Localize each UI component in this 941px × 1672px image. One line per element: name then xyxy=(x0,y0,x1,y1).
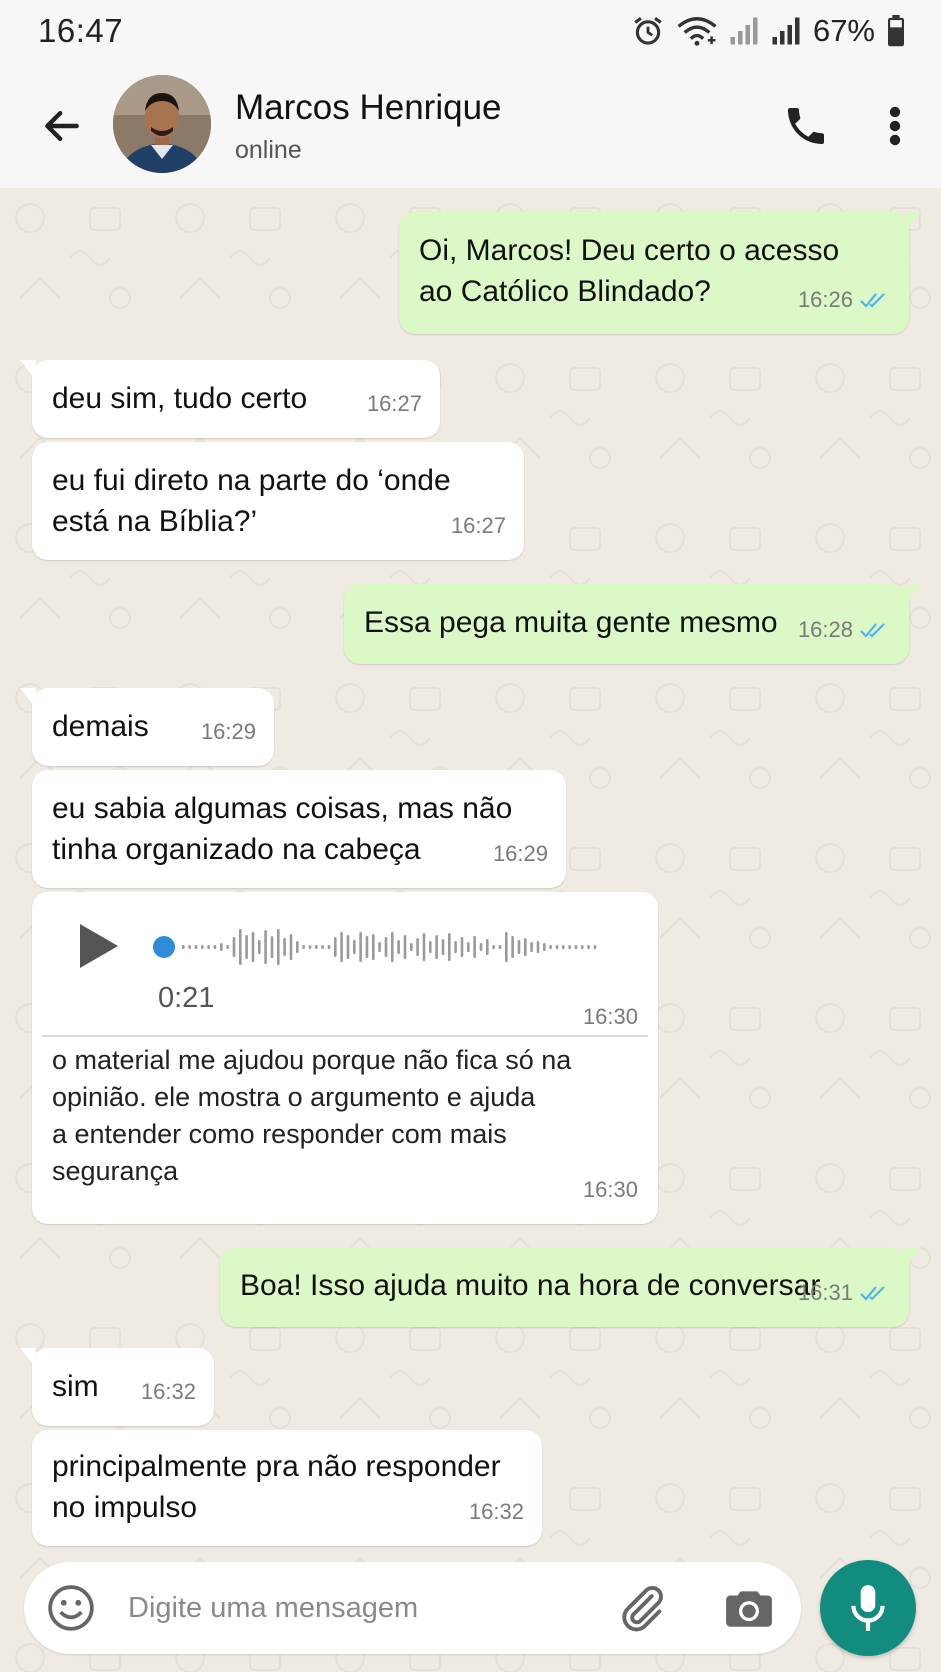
voice-message[interactable]: 0:21 16:30 o material me ajudou porque n… xyxy=(32,892,658,1224)
attach-icon[interactable] xyxy=(616,1582,668,1634)
message-time: 16:27 xyxy=(366,391,422,416)
back-arrow-icon[interactable] xyxy=(40,104,84,148)
message-time: 16:32 xyxy=(140,1379,196,1404)
more-vert-icon[interactable] xyxy=(881,102,909,150)
contact-status: online xyxy=(235,136,302,164)
message-meta: 16:31 xyxy=(798,1272,889,1313)
message-composer xyxy=(24,1562,801,1654)
play-icon[interactable] xyxy=(74,920,122,972)
camera-icon[interactable] xyxy=(724,1584,774,1632)
message-text: Boa! Isso ajuda muito na hora de convers… xyxy=(240,1269,821,1302)
voice-progress-dot[interactable] xyxy=(153,936,175,958)
message-text: Essa pega muita gente mesmo xyxy=(364,606,778,639)
message-input[interactable] xyxy=(128,1582,558,1634)
message-incoming[interactable]: deu sim, tudo certo 16:27 xyxy=(20,360,440,438)
message-text: eu sabia algumas coisas, mas não tinha o… xyxy=(52,792,513,866)
phone-icon[interactable] xyxy=(782,102,830,150)
battery-percent: 67% xyxy=(812,13,875,48)
mic-icon[interactable] xyxy=(820,1560,916,1656)
wifi-icon xyxy=(677,15,717,47)
message-text: Oi, Marcos! Deu certo o acesso ao Católi… xyxy=(419,234,840,308)
message-text: eu fui direto na parte do ‘onde está na … xyxy=(52,464,451,538)
read-ticks-icon xyxy=(860,1285,885,1301)
message-incoming[interactable]: eu sabia algumas coisas, mas não tinha o… xyxy=(32,770,566,888)
read-ticks-icon xyxy=(860,292,885,308)
message-time: 16:26 xyxy=(797,287,853,312)
message-text: principalmente pra não responder no impu… xyxy=(52,1450,501,1524)
message-outgoing[interactable]: Essa pega muita gente mesmo 16:28 xyxy=(344,584,921,664)
message-time: 16:27 xyxy=(450,513,506,538)
read-ticks-icon xyxy=(860,622,885,638)
message-time: 16:28 xyxy=(797,617,853,642)
divider xyxy=(42,1035,648,1037)
message-time: 16:29 xyxy=(492,841,548,866)
voice-player: 0:21 16:30 xyxy=(32,892,658,1032)
status-icons: 67% xyxy=(631,13,905,49)
message-incoming[interactable]: eu fui direto na parte do ‘onde está na … xyxy=(32,442,524,560)
message-time: 16:31 xyxy=(797,1280,853,1305)
message-incoming[interactable]: sim 16:32 xyxy=(20,1348,214,1426)
voice-duration: 0:21 xyxy=(158,982,215,1014)
battery-icon xyxy=(887,15,905,47)
emoji-icon[interactable] xyxy=(46,1583,96,1633)
message-time: 16:32 xyxy=(468,1499,524,1524)
message-meta: 16:26 xyxy=(798,279,889,320)
alarm-icon xyxy=(631,14,665,48)
signal-icon xyxy=(771,16,801,46)
signal-icon xyxy=(729,16,759,46)
message-outgoing[interactable]: Boa! Isso ajuda muito na hora de convers… xyxy=(220,1247,921,1327)
avatar[interactable] xyxy=(113,75,211,173)
message-time: 16:29 xyxy=(200,719,256,744)
message-incoming[interactable]: demais 16:29 xyxy=(20,688,274,766)
status-bar: 16:47 67% xyxy=(0,0,941,62)
message-incoming[interactable]: principalmente pra não responder no impu… xyxy=(32,1430,542,1546)
message-time: 16:30 xyxy=(582,1004,638,1029)
transcript-time: 16:30 xyxy=(582,1177,638,1202)
message-text: deu sim, tudo certo xyxy=(52,382,308,415)
chat-header: Marcos Henrique online xyxy=(0,62,941,188)
message-outgoing[interactable]: Oi, Marcos! Deu certo o acesso ao Católi… xyxy=(399,212,921,334)
message-text: sim xyxy=(52,1370,99,1403)
contact-name[interactable]: Marcos Henrique xyxy=(235,88,502,128)
status-time: 16:47 xyxy=(38,12,124,49)
voice-waveform[interactable] xyxy=(152,924,602,970)
voice-transcript: o material me ajudou porque não fica só … xyxy=(52,1045,572,1186)
message-meta: 16:28 xyxy=(798,609,889,650)
message-text: demais xyxy=(52,710,149,743)
